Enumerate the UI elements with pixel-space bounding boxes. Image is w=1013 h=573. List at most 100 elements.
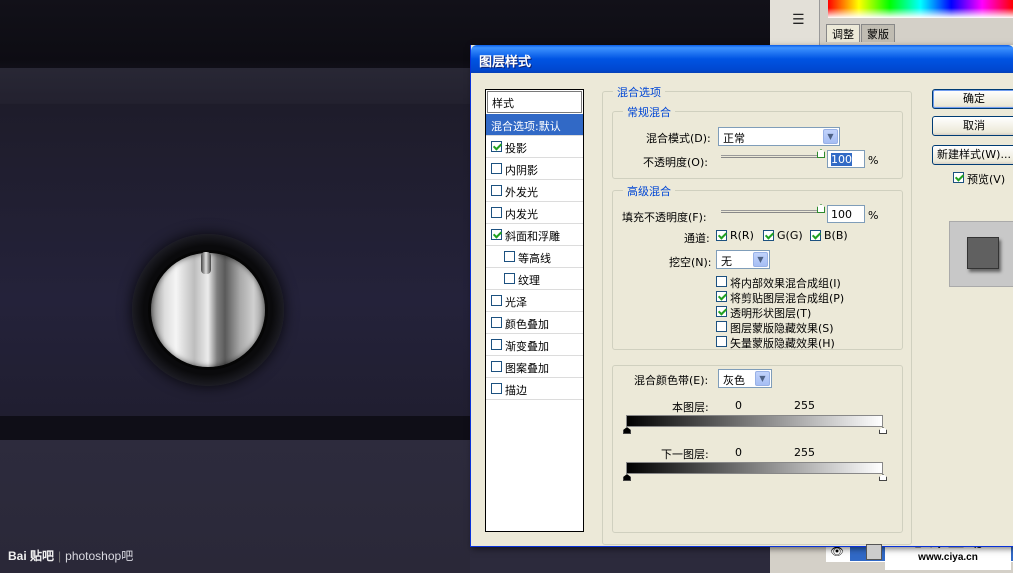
panel-tool-column: ☰ — [770, 0, 820, 50]
style-item[interactable]: 颜色叠加 — [486, 312, 583, 334]
style-checkbox[interactable] — [491, 361, 502, 372]
channel-g-checkbox[interactable]: G(G) — [763, 229, 803, 242]
ciya-url: www.ciya.cn — [918, 552, 978, 563]
style-checkbox[interactable] — [491, 185, 502, 196]
cancel-button[interactable]: 取消 — [932, 116, 1013, 136]
style-checkbox[interactable] — [491, 207, 502, 218]
checkbox-box[interactable] — [716, 276, 727, 287]
style-item-label: 内发光 — [505, 208, 538, 221]
style-preview — [949, 221, 1013, 287]
advanced-option-label: 将剪贴图层混合成组(P) — [730, 292, 845, 305]
under-layer-white-stop[interactable] — [879, 474, 887, 481]
style-item-label: 斜面和浮雕 — [505, 230, 560, 243]
new-style-button[interactable]: 新建样式(W)... — [932, 145, 1013, 165]
advanced-option-checkbox[interactable]: 图层蒙版隐藏效果(S) — [716, 320, 834, 336]
style-item-label: 描边 — [505, 384, 527, 397]
adjustments-icon[interactable]: ☰ — [792, 12, 805, 28]
fill-opacity-input[interactable]: 100 — [827, 205, 865, 223]
layer-style-dialog: 图层样式 样式 混合选项:默认投影内阴影外发光内发光斜面和浮雕等高线纹理光泽颜色… — [470, 45, 1013, 547]
style-item[interactable]: 渐变叠加 — [486, 334, 583, 356]
panel-tabs: 调整 蒙版 — [826, 24, 896, 42]
preview-checkbox[interactable]: 预览(V) — [953, 171, 1005, 187]
channels-label: 通道: — [684, 232, 710, 245]
opacity-unit: % — [868, 154, 879, 167]
style-checkbox[interactable] — [491, 141, 502, 152]
fill-opacity-unit: % — [868, 209, 879, 222]
channel-r-checkbox[interactable]: R(R) — [716, 229, 754, 242]
this-layer-white-stop[interactable] — [879, 427, 887, 434]
advanced-option-label: 透明形状图层(T) — [730, 307, 812, 320]
chevron-down-icon: ▼ — [755, 371, 770, 386]
style-item[interactable]: 投影 — [486, 136, 583, 158]
this-layer-gradient[interactable] — [626, 415, 883, 427]
style-checkbox[interactable] — [491, 383, 502, 394]
style-item[interactable]: 等高线 — [486, 246, 583, 268]
blend-mode-value: 正常 — [723, 132, 745, 145]
dialog-body: 样式 混合选项:默认投影内阴影外发光内发光斜面和浮雕等高线纹理光泽颜色叠加渐变叠… — [474, 73, 1013, 545]
style-checkbox[interactable] — [491, 339, 502, 350]
opacity-input[interactable]: 100 — [827, 150, 865, 168]
checkbox-box[interactable] — [716, 306, 727, 317]
tab-adjustments[interactable]: 调整 — [826, 24, 860, 42]
style-item[interactable]: 描边 — [486, 378, 583, 400]
checkbox-box[interactable] — [810, 230, 821, 241]
baidu-logo: Bai 贴吧 — [8, 549, 55, 563]
blend-band-select[interactable]: 灰色 ▼ — [718, 369, 772, 388]
style-item[interactable]: 内发光 — [486, 202, 583, 224]
checkbox-box[interactable] — [716, 336, 727, 347]
checkbox-box[interactable] — [716, 291, 727, 302]
style-checkbox[interactable] — [491, 163, 502, 174]
style-checkbox[interactable] — [491, 295, 502, 306]
tab-masks[interactable]: 蒙版 — [861, 24, 895, 42]
checkbox-box[interactable] — [716, 321, 727, 332]
dialog-titlebar[interactable]: 图层样式 — [471, 45, 1013, 73]
style-checkbox[interactable] — [491, 317, 502, 328]
style-item[interactable]: 外发光 — [486, 180, 583, 202]
checkbox-box[interactable] — [953, 172, 964, 183]
style-item-label: 投影 — [505, 142, 527, 155]
blend-band-label: 混合颜色带(E): — [634, 374, 709, 387]
styles-header[interactable]: 样式 — [487, 91, 582, 113]
advanced-option-label: 图层蒙版隐藏效果(S) — [730, 322, 834, 335]
knob-indicator — [201, 252, 211, 274]
style-checkbox[interactable] — [504, 251, 515, 262]
style-checkbox[interactable] — [491, 229, 502, 240]
style-checkbox[interactable] — [504, 273, 515, 284]
style-item[interactable]: 纹理 — [486, 268, 583, 290]
fill-slider-thumb[interactable] — [817, 204, 825, 213]
style-item[interactable]: 混合选项:默认 — [486, 114, 583, 136]
blend-mode-select[interactable]: 正常 ▼ — [718, 127, 840, 146]
knockout-select[interactable]: 无 ▼ — [716, 250, 770, 269]
channel-r-label: R(R) — [730, 229, 754, 242]
style-item-label: 颜色叠加 — [505, 318, 549, 331]
advanced-option-checkbox[interactable]: 矢量蒙版隐藏效果(H) — [716, 335, 835, 351]
opacity-slider-thumb[interactable] — [817, 149, 825, 158]
channel-b-label: B(B) — [824, 229, 848, 242]
dialog-title: 图层样式 — [479, 55, 532, 70]
advanced-option-checkbox[interactable]: 将剪贴图层混合成组(P) — [716, 290, 844, 306]
advanced-option-checkbox[interactable]: 透明形状图层(T) — [716, 305, 811, 321]
canvas-top-band — [0, 68, 470, 104]
ok-button[interactable]: 确定 — [932, 89, 1013, 109]
under-layer-black-stop[interactable] — [623, 474, 631, 481]
fill-opacity-slider[interactable] — [721, 204, 825, 213]
checkbox-box[interactable] — [763, 230, 774, 241]
this-layer-black-stop[interactable] — [623, 427, 631, 434]
opacity-slider-track — [721, 155, 821, 156]
channel-b-checkbox[interactable]: B(B) — [810, 229, 848, 242]
checkbox-box[interactable] — [716, 230, 727, 241]
canvas-shelf — [0, 416, 470, 440]
style-item[interactable]: 光泽 — [486, 290, 583, 312]
style-item[interactable]: 图案叠加 — [486, 356, 583, 378]
opacity-slider[interactable] — [721, 149, 825, 158]
style-item-label: 外发光 — [505, 186, 538, 199]
style-item-label: 图案叠加 — [505, 362, 549, 375]
style-item-label: 纹理 — [518, 274, 540, 287]
preview-label: 预览(V) — [967, 173, 1006, 186]
style-item[interactable]: 内阴影 — [486, 158, 583, 180]
advanced-option-label: 将内部效果混合成组(I) — [730, 277, 841, 290]
under-layer-gradient[interactable] — [626, 462, 883, 474]
advanced-option-checkbox[interactable]: 将内部效果混合成组(I) — [716, 275, 841, 291]
this-layer-max: 255 — [794, 399, 815, 412]
style-item[interactable]: 斜面和浮雕 — [486, 224, 583, 246]
